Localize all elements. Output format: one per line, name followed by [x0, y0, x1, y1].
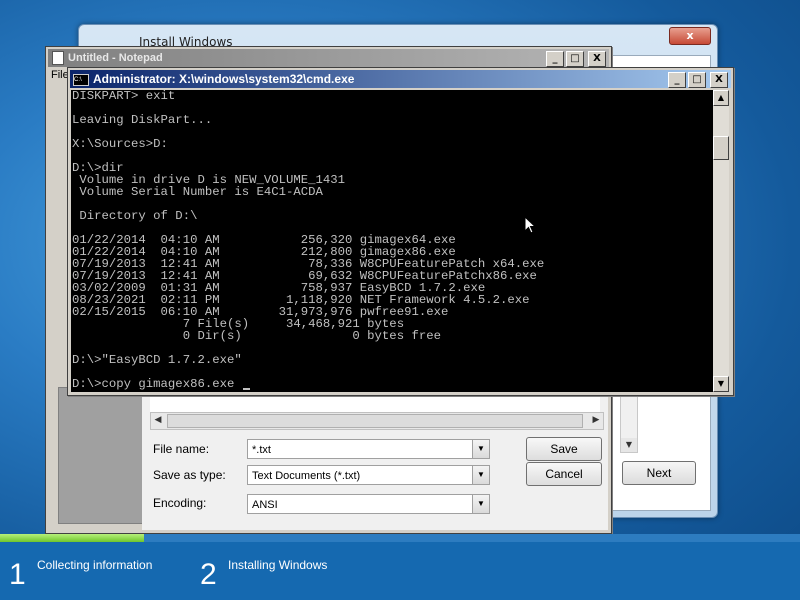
scroll-down-icon[interactable]: ▼	[713, 376, 729, 392]
notepad-title: Untitled - Notepad	[68, 52, 163, 64]
scrollbar-thumb[interactable]	[713, 136, 729, 160]
console-output[interactable]: DISKPART> exit Leaving DiskPart... X:\Sour…	[71, 90, 713, 392]
next-button[interactable]: Next	[622, 461, 696, 485]
file-name-input[interactable]: *.txt ▼	[247, 439, 490, 459]
notepad-minimize-button[interactable]: _	[546, 51, 564, 67]
cmd-maximize-button[interactable]: □	[688, 72, 706, 88]
scroll-left-icon[interactable]: ◀	[151, 413, 165, 427]
encoding-label: Encoding:	[153, 496, 207, 510]
cmd-window: C:\ Administrator: X:\windows\system32\cm…	[67, 67, 734, 396]
save-button[interactable]: Save	[526, 437, 602, 461]
cmd-minimize-button[interactable]: _	[668, 72, 686, 88]
scroll-down-icon[interactable]: ▼	[621, 438, 637, 452]
console-line: X:\Sources>D:	[72, 137, 168, 151]
file-name-value: *.txt	[252, 444, 271, 456]
step-1-number: 1	[9, 558, 26, 591]
setup-progress-fill	[0, 534, 144, 542]
save-dialog-places-panel	[58, 387, 150, 524]
encoding-value: ANSI	[252, 499, 278, 511]
console-line: 0 Dir(s) 0 bytes free	[72, 329, 441, 343]
install-close-button[interactable]: x	[669, 27, 711, 45]
scroll-up-icon[interactable]: ▲	[713, 90, 729, 106]
notepad-close-button[interactable]: X	[588, 51, 606, 67]
console-line: Leaving DiskPart...	[72, 113, 213, 127]
file-list-horizontal-scrollbar[interactable]: ◀ ▶	[150, 412, 604, 430]
cmd-close-button[interactable]: X	[710, 72, 728, 88]
encoding-select[interactable]: ANSI ▼	[247, 494, 490, 514]
notepad-maximize-button[interactable]: □	[566, 51, 584, 67]
chevron-down-icon[interactable]: ▼	[472, 495, 489, 513]
console-line: Directory of D:\	[72, 209, 198, 223]
setup-progress-bar	[0, 534, 800, 542]
file-name-label: File name:	[153, 442, 210, 456]
console-line: Volume Serial Number is E4C1-ACDA	[72, 185, 323, 199]
chevron-down-icon[interactable]: ▼	[472, 440, 489, 458]
save-as-type-value: Text Documents (*.txt)	[252, 470, 361, 482]
cmd-titlebar[interactable]: C:\ Administrator: X:\windows\system32\cm…	[70, 70, 731, 88]
cmd-icon: C:\	[73, 73, 89, 86]
save-as-type-label: Save as type:	[153, 468, 226, 482]
install-vertical-scrollbar[interactable]: ▼	[620, 395, 638, 453]
cancel-button[interactable]: Cancel	[526, 462, 602, 486]
chevron-down-icon[interactable]: ▼	[472, 466, 489, 484]
cmd-title: Administrator: X:\windows\system32\cmd.e…	[93, 72, 355, 86]
step-1-label: Collecting information	[37, 558, 153, 572]
notepad-titlebar[interactable]: Untitled - Notepad _ □ X	[48, 49, 609, 67]
console-line: DISKPART> exit	[72, 90, 176, 103]
console-line: D:\>copy gimagex86.exe	[71, 378, 713, 390]
mouse-pointer-icon	[524, 216, 536, 234]
step-2-label: Installing Windows	[228, 558, 328, 572]
next-button-label: Next	[646, 466, 672, 480]
cmd-vertical-scrollbar[interactable]: ▲ ▼	[713, 90, 729, 392]
save-as-type-select[interactable]: Text Documents (*.txt) ▼	[247, 465, 490, 485]
notepad-icon	[52, 51, 64, 66]
scroll-right-icon[interactable]: ▶	[589, 413, 603, 427]
scrollbar-thumb[interactable]	[167, 414, 583, 428]
setup-steps-bar: 1 Collecting information 2 Installing Wi…	[0, 542, 800, 600]
console-line: D:\>"EasyBCD 1.7.2.exe"	[72, 353, 242, 367]
step-2-number: 2	[200, 558, 217, 591]
text-cursor	[242, 388, 250, 390]
